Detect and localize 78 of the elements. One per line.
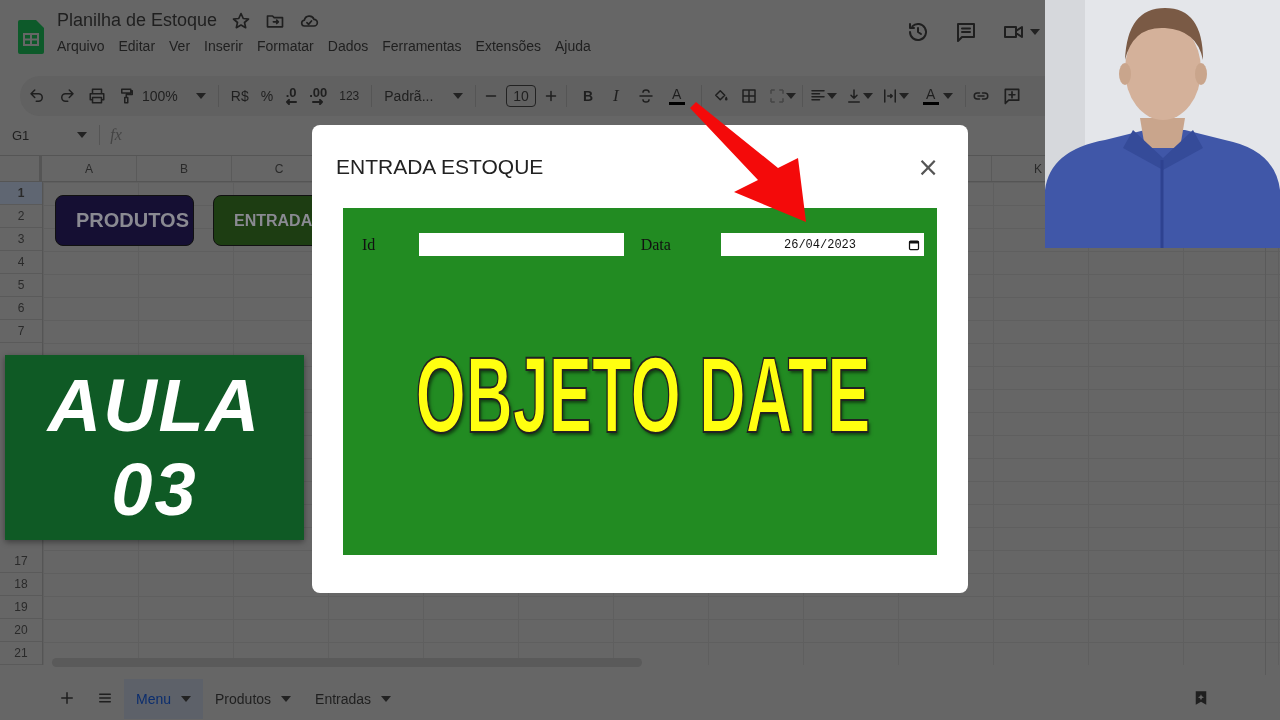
dropdown-caret-icon[interactable] <box>862 92 873 99</box>
menu-item[interactable]: Ajuda <box>547 36 598 56</box>
id-field[interactable] <box>419 233 624 256</box>
row-header[interactable]: 19 <box>0 596 42 620</box>
dialog-title: ENTRADA ESTOQUE <box>336 155 544 179</box>
text-rotation-button[interactable]: A <box>916 81 959 110</box>
date-field[interactable]: 26/04/2023 <box>720 233 924 256</box>
menu-item[interactable]: Dados <box>320 36 376 56</box>
undo-icon[interactable] <box>28 86 46 105</box>
dropdown-caret-icon[interactable] <box>77 132 88 139</box>
arrow-icon <box>690 102 806 222</box>
dropdown-caret-icon[interactable] <box>381 696 392 703</box>
italic-button[interactable]: I <box>603 81 629 110</box>
print-icon[interactable] <box>88 86 106 105</box>
increase-decimals-button[interactable]: .00 <box>303 81 334 110</box>
field-label: Data <box>640 235 672 254</box>
redo-icon[interactable] <box>58 86 76 105</box>
document-title[interactable]: Planilha de Estoque <box>57 10 218 31</box>
sheet-button[interactable]: PRODUTOS <box>55 195 194 247</box>
lesson-number: 03 <box>111 447 198 532</box>
dropdown-caret-icon[interactable] <box>785 92 796 99</box>
dropdown-caret-icon[interactable] <box>898 92 909 99</box>
dropdown-caret-icon[interactable] <box>195 92 206 99</box>
cell-reference-field[interactable]: G1 <box>12 127 30 143</box>
dropdown-caret-icon[interactable] <box>942 92 953 99</box>
row-header[interactable]: 18 <box>0 573 42 597</box>
headline-text: OBJETO DATE <box>415 340 871 450</box>
menu-item[interactable]: Ver <box>162 36 198 56</box>
sheets-logo-icon[interactable] <box>18 20 44 54</box>
merge-cells-icon[interactable] <box>767 86 786 105</box>
comment-icon[interactable] <box>954 20 978 44</box>
bold-button[interactable]: B <box>572 81 603 110</box>
dropdown-caret-icon[interactable] <box>281 696 292 703</box>
menu-item[interactable]: Formatar <box>249 36 321 56</box>
sheet-tab[interactable]: Entradas <box>303 679 404 720</box>
row-header[interactable]: 21 <box>0 642 42 666</box>
row-header[interactable]: 1 <box>0 182 42 206</box>
row-header[interactable]: 2 <box>0 205 42 229</box>
menu-item[interactable]: Inserir <box>197 36 250 56</box>
row-header[interactable]: 5 <box>0 274 42 298</box>
field-label: Id <box>362 235 377 254</box>
column-header[interactable]: A <box>42 156 137 182</box>
font-dropdown[interactable]: Padrã... <box>378 81 470 110</box>
column-header[interactable]: K <box>992 156 1045 182</box>
number-format-button[interactable]: 123 <box>333 81 366 110</box>
lesson-title: AULA <box>47 363 262 448</box>
zoom-dropdown[interactable]: 100% <box>136 81 212 110</box>
text-color-button[interactable]: A <box>662 81 691 110</box>
font-size-field[interactable]: 10 <box>506 84 536 107</box>
sheet-tab[interactable]: Produtos <box>203 679 304 720</box>
row-header[interactable]: 3 <box>0 228 42 252</box>
percent-button[interactable]: % <box>254 81 280 110</box>
currency-button[interactable]: R$ <box>224 81 255 110</box>
left-arrow-icon <box>285 98 298 105</box>
row-header[interactable]: 20 <box>0 619 42 643</box>
row-header[interactable]: 7 <box>0 320 42 344</box>
menu-item[interactable]: Extensões <box>468 36 548 56</box>
calendar-icon[interactable] <box>908 238 920 251</box>
right-arrow-icon <box>312 98 325 105</box>
column-header[interactable]: B <box>137 156 232 182</box>
row-header[interactable]: 6 <box>0 297 42 321</box>
sheet-tab[interactable]: Menu <box>124 679 204 720</box>
history-icon[interactable] <box>906 20 930 44</box>
row-header[interactable]: 4 <box>0 251 42 275</box>
star-icon[interactable] <box>231 10 252 31</box>
menu-item[interactable]: Ferramentas <box>375 36 469 56</box>
borders-icon[interactable] <box>739 86 758 105</box>
decrease-decimals-button[interactable]: .0 <box>279 81 304 110</box>
strikethrough-icon[interactable] <box>636 86 655 105</box>
menu-item[interactable]: Arquivo <box>50 36 112 56</box>
row-header[interactable]: 17 <box>0 550 42 574</box>
paint-format-icon[interactable] <box>118 86 136 105</box>
menu-item[interactable]: Editar <box>111 36 163 56</box>
dropdown-caret-icon[interactable] <box>181 696 192 703</box>
close-button[interactable]: × <box>911 154 945 180</box>
dropdown-caret-icon[interactable] <box>1030 29 1040 35</box>
dropdown-caret-icon[interactable] <box>826 92 837 99</box>
dropdown-caret-icon[interactable] <box>453 92 464 99</box>
